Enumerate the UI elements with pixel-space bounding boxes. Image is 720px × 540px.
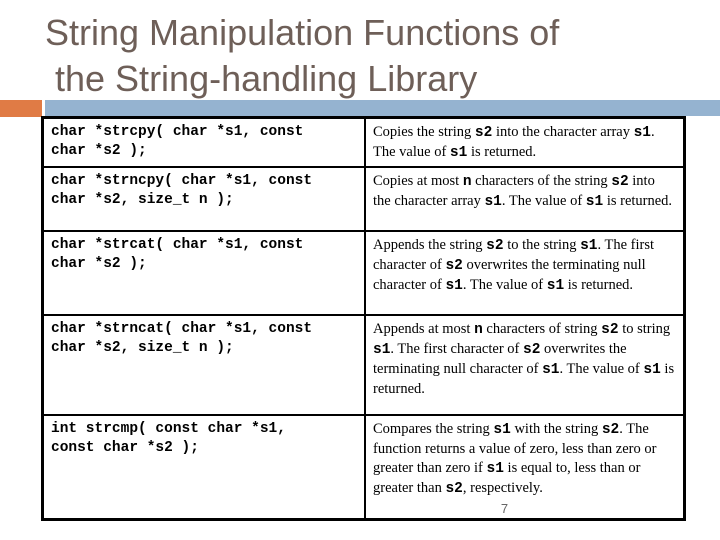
- table-row: char *strncat( char *s1, const char *s2, …: [41, 313, 686, 416]
- function-prototype: int strcmp( const char *s1, const char *s…: [41, 413, 366, 520]
- code-identifier: s1: [643, 361, 661, 378]
- code-identifier: s2: [486, 237, 504, 254]
- functions-table: char *strcpy( char *s1, const char *s2 );…: [41, 116, 686, 521]
- table-row: int strcmp( const char *s1, const char *s…: [41, 413, 686, 520]
- table-row: char *strncpy( char *s1, const char *s2, …: [41, 165, 686, 232]
- function-prototype: char *strncat( char *s1, const char *s2, …: [41, 313, 366, 416]
- prototype-line: int strcmp( const char *s1,: [51, 420, 286, 437]
- prototype-line: char *strncat( char *s1, const: [51, 320, 313, 337]
- slide-title: String Manipulation Functions of the Str…: [45, 10, 559, 102]
- function-description: Appends at most n characters of string s…: [364, 313, 686, 416]
- code-identifier: s2: [601, 421, 620, 438]
- title-line-2: the String-handling Library: [45, 58, 478, 99]
- prototype-line: char *s2 );: [51, 255, 147, 272]
- prototype-line: char *s2 );: [51, 143, 147, 159]
- code-identifier: n: [474, 321, 483, 338]
- code-identifier: s2: [445, 480, 463, 497]
- code-identifier: s1: [373, 341, 391, 358]
- function-prototype: char *strcat( char *s1, const char *s2 );: [41, 229, 366, 316]
- code-identifier: s1: [546, 277, 565, 294]
- code-identifier: s1: [445, 277, 463, 294]
- prototype-line: char *s2, size_t n );: [51, 339, 234, 356]
- code-identifier: s1: [633, 125, 652, 141]
- accent-bar-blue: [45, 100, 720, 116]
- prototype-line: char *strcat( char *s1, const: [51, 236, 304, 253]
- code-identifier: s1: [449, 145, 468, 161]
- code-identifier: s1: [580, 237, 598, 254]
- function-description: Copies at most n characters of the strin…: [364, 165, 686, 232]
- code-identifier: s2: [523, 341, 541, 358]
- prototype-line: char *strncpy( char *s1, const: [51, 172, 313, 189]
- prototype-line: char *s2, size_t n );: [51, 191, 234, 208]
- code-identifier: s1: [493, 421, 511, 438]
- table-row: char *strcat( char *s1, const char *s2 );…: [41, 229, 686, 316]
- code-identifier: s1: [486, 460, 504, 477]
- code-identifier: s1: [585, 193, 604, 210]
- function-description: Copies the string s2 into the character …: [364, 116, 686, 168]
- prototype-line: char *strcpy( char *s1, const: [51, 124, 304, 140]
- table-row: char *strcpy( char *s1, const char *s2 );…: [41, 116, 686, 168]
- code-identifier: s1: [542, 361, 560, 378]
- function-prototype: char *strcpy( char *s1, const char *s2 );: [41, 116, 366, 168]
- page-number: 7: [500, 500, 509, 516]
- title-line-1: String Manipulation Functions of: [45, 12, 560, 53]
- prototype-line: const char *s2 );: [51, 439, 199, 456]
- code-identifier: s2: [474, 125, 493, 141]
- function-description: Compares the string s1 with the string s…: [364, 413, 686, 520]
- function-prototype: char *strncpy( char *s1, const char *s2, …: [41, 165, 366, 232]
- function-description: Appends the string s2 to the string s1. …: [364, 229, 686, 316]
- code-identifier: s2: [611, 173, 629, 190]
- code-identifier: s2: [601, 321, 619, 338]
- code-identifier: n: [462, 173, 472, 190]
- code-identifier: s1: [484, 193, 502, 210]
- accent-bar-orange: [0, 100, 42, 117]
- code-identifier: s2: [445, 257, 463, 274]
